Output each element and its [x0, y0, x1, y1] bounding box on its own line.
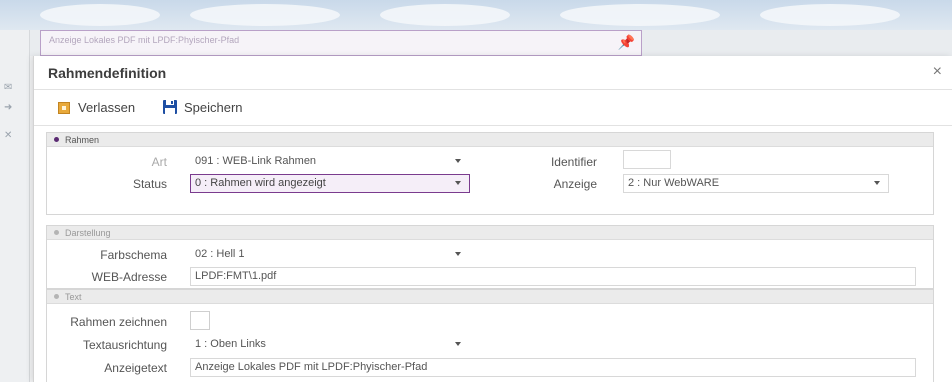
anzeigetext-field[interactable]: Anzeige Lokales PDF mit LPDF:Phyischer-P…	[190, 358, 916, 377]
exit-button-label: Verlassen	[78, 100, 136, 115]
farbschema-label: Farbschema	[100, 248, 167, 262]
anzeige-label: Anzeige	[553, 177, 597, 191]
chevron-down-icon	[874, 181, 880, 185]
chevron-down-icon	[455, 252, 461, 256]
section-header-rahmen: Rahmen	[47, 133, 933, 147]
exit-button[interactable]: Verlassen	[58, 100, 135, 115]
section-header-text: Text	[47, 290, 933, 304]
section-indicator-icon	[54, 230, 59, 236]
anzeigetext-label: Anzeigetext	[104, 361, 167, 375]
rahmen-zeichnen-label: Rahmen zeichnen	[70, 315, 167, 329]
save-button-label: Speichern	[184, 99, 243, 115]
chevron-down-icon	[455, 159, 461, 163]
identifier-label: Identifier	[550, 155, 597, 169]
chevron-down-icon	[455, 342, 461, 346]
pin-icon: 📌	[617, 34, 635, 50]
background-frame: Anzeige Lokales PDF mit LPDF:Phyischer-P…	[40, 30, 642, 56]
anzeigetext-field-value: Anzeige Lokales PDF mit LPDF:Phyischer-P…	[195, 361, 428, 373]
status-select-value: 0 : Rahmen wird angezeigt	[195, 177, 326, 189]
webadresse-field[interactable]: LPDF:FMT\1.pdf	[190, 267, 916, 286]
section-title: Darstellung	[65, 228, 111, 238]
chevron-down-icon	[455, 181, 461, 185]
section-indicator-icon	[54, 294, 59, 300]
background-frame-title: Anzeige Lokales PDF mit LPDF:Phyischer-P…	[49, 35, 240, 45]
logout-icon: ➜	[4, 102, 13, 113]
mail-icon: ✉	[4, 82, 13, 93]
status-select[interactable]: 0 : Rahmen wird angezeigt	[190, 174, 470, 193]
section-rahmen: Rahmen Art 091 : WEB-Link Rahmen Status …	[46, 132, 934, 215]
textausrichtung-select-value: 1 : Oben Links	[195, 338, 266, 350]
farbschema-select[interactable]: 02 : Hell 1	[190, 245, 470, 264]
toolbar: Verlassen Speichern	[34, 90, 952, 126]
textausrichtung-label: Textausrichtung	[82, 338, 167, 352]
status-label: Status	[132, 177, 167, 191]
anzeige-select[interactable]: 2 : Nur WebWARE	[623, 174, 889, 193]
rahmendefinition-dialog: Rahmendefinition × Verlassen Speichern R…	[33, 56, 952, 382]
section-darstellung: Darstellung Farbschema 02 : Hell 1 WEB-A…	[46, 225, 934, 289]
save-button[interactable]: Speichern	[162, 99, 243, 115]
dialog-title: Rahmendefinition	[48, 65, 167, 81]
art-label: Art	[151, 155, 167, 169]
exit-icon	[58, 101, 70, 114]
section-text: Text Rahmen zeichnen Textausrichtung 1 :…	[46, 289, 934, 382]
floppy-disk-icon	[163, 100, 177, 114]
background-header	[0, 0, 952, 30]
section-indicator-icon	[54, 137, 59, 143]
webadresse-label: WEB-Adresse	[91, 270, 167, 284]
close-icon: ✕	[4, 130, 13, 141]
farbschema-select-value: 02 : Hell 1	[195, 248, 245, 260]
section-title: Rahmen	[65, 135, 100, 145]
section-title: Text	[65, 292, 82, 302]
rahmen-zeichnen-checkbox[interactable]	[190, 311, 210, 330]
dialog-header: Rahmendefinition ×	[34, 56, 952, 90]
textausrichtung-select[interactable]: 1 : Oben Links	[190, 335, 470, 354]
art-select-value: 091 : WEB-Link Rahmen	[195, 155, 317, 167]
background-sidebar: ✉ ➜ ✕	[0, 30, 30, 382]
anzeige-select-value: 2 : Nur WebWARE	[628, 177, 720, 189]
identifier-field[interactable]	[623, 150, 671, 169]
close-icon[interactable]: ×	[933, 63, 942, 81]
section-header-darstellung: Darstellung	[47, 226, 933, 240]
art-select[interactable]: 091 : WEB-Link Rahmen	[190, 152, 470, 171]
webadresse-field-value: LPDF:FMT\1.pdf	[195, 270, 277, 282]
